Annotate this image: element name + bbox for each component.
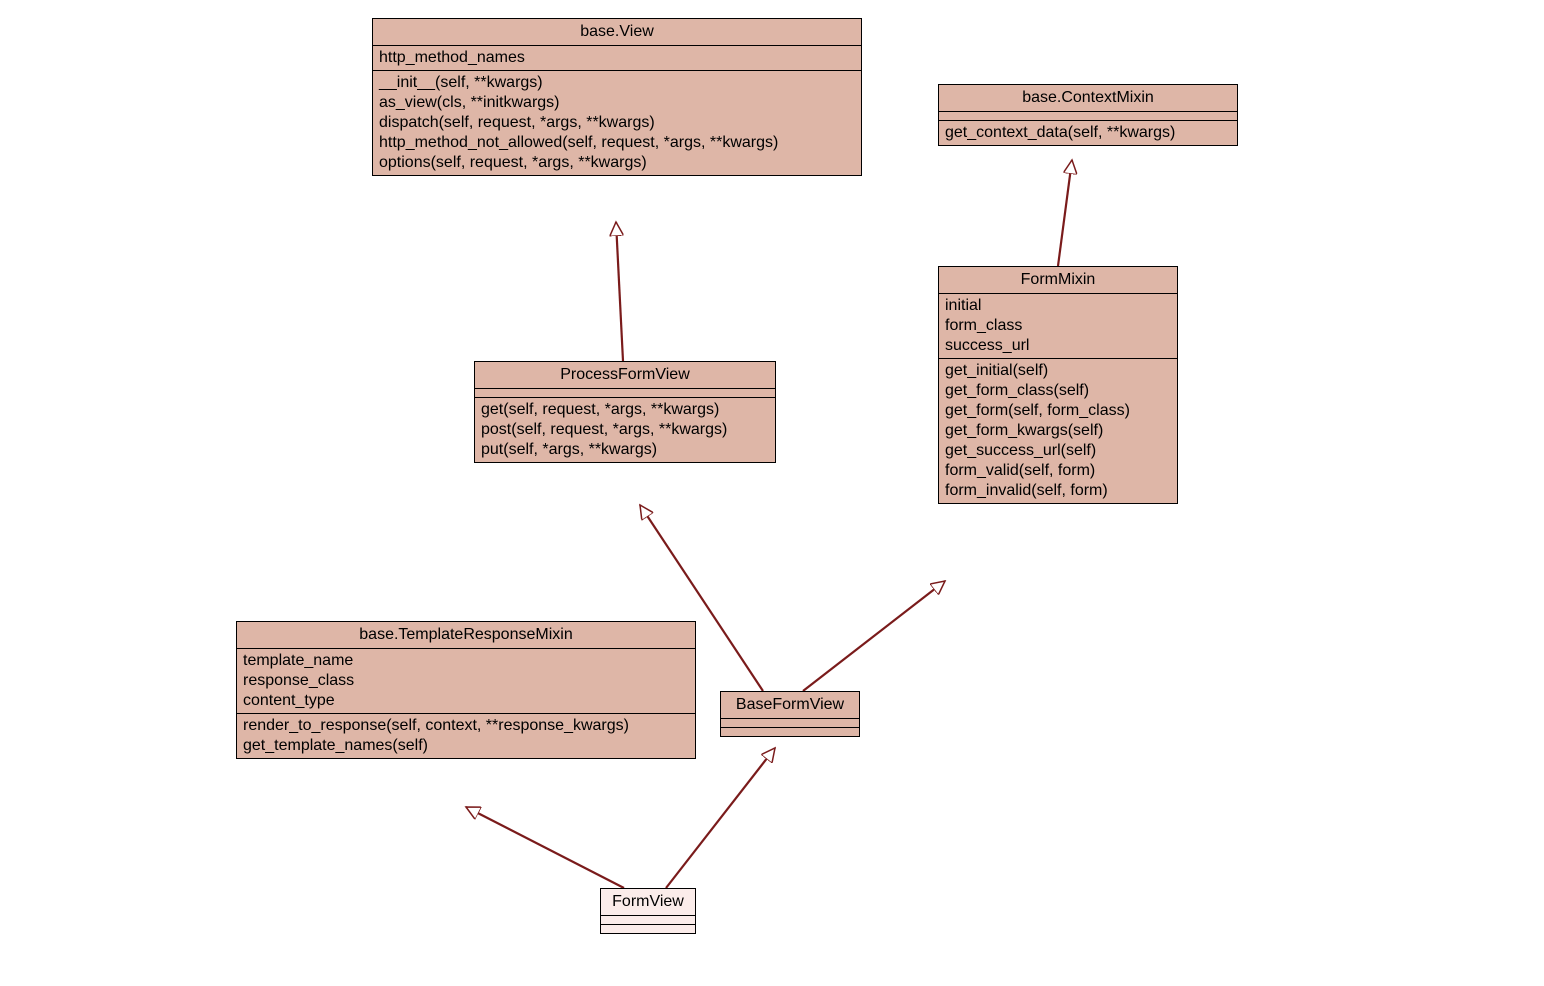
method: post(self, request, *args, **kwargs) xyxy=(481,420,769,440)
class-title: FormMixin xyxy=(939,267,1177,294)
attributes-section xyxy=(601,916,695,925)
class-title: ProcessFormView xyxy=(475,362,775,389)
attr: success_url xyxy=(945,336,1171,356)
methods-section xyxy=(721,728,859,736)
method: dispatch(self, request, *args, **kwargs) xyxy=(379,113,855,133)
attributes-section: template_name response_class content_typ… xyxy=(237,649,695,714)
class-title: base.View xyxy=(373,19,861,46)
attributes-section: initial form_class success_url xyxy=(939,294,1177,359)
method: render_to_response(self, context, **resp… xyxy=(243,716,689,736)
method: get_form_kwargs(self) xyxy=(945,421,1171,441)
method: __init__(self, **kwargs) xyxy=(379,73,855,93)
method: form_valid(self, form) xyxy=(945,461,1171,481)
method: get(self, request, *args, **kwargs) xyxy=(481,400,769,420)
attr: template_name xyxy=(243,651,689,671)
attr: form_class xyxy=(945,316,1171,336)
method: get_form_class(self) xyxy=(945,381,1171,401)
method: options(self, request, *args, **kwargs) xyxy=(379,153,855,173)
class-title: base.TemplateResponseMixin xyxy=(237,622,695,649)
method: get_context_data(self, **kwargs) xyxy=(945,123,1231,143)
attr: response_class xyxy=(243,671,689,691)
method: as_view(cls, **initkwargs) xyxy=(379,93,855,113)
attributes-section xyxy=(475,389,775,398)
method: form_invalid(self, form) xyxy=(945,481,1171,501)
class-title: BaseFormView xyxy=(721,692,859,719)
uml-canvas: base.View http_method_names __init__(sel… xyxy=(0,0,1544,986)
class-title: base.ContextMixin xyxy=(939,85,1237,112)
methods-section: get_context_data(self, **kwargs) xyxy=(939,121,1237,145)
class-process-form-view: ProcessFormView get(self, request, *args… xyxy=(474,361,776,463)
method: get_initial(self) xyxy=(945,361,1171,381)
class-template-response-mixin: base.TemplateResponseMixin template_name… xyxy=(236,621,696,759)
attr: http_method_names xyxy=(379,48,855,68)
class-base-form-view: BaseFormView xyxy=(720,691,860,737)
methods-section xyxy=(601,925,695,933)
method: get_form(self, form_class) xyxy=(945,401,1171,421)
methods-section: __init__(self, **kwargs) as_view(cls, **… xyxy=(373,71,861,175)
methods-section: render_to_response(self, context, **resp… xyxy=(237,714,695,758)
class-form-view: FormView xyxy=(600,888,696,934)
attributes-section xyxy=(721,719,859,728)
class-base-view: base.View http_method_names __init__(sel… xyxy=(372,18,862,176)
methods-section: get(self, request, *args, **kwargs) post… xyxy=(475,398,775,462)
attr: initial xyxy=(945,296,1171,316)
attr: content_type xyxy=(243,691,689,711)
class-form-mixin: FormMixin initial form_class success_url… xyxy=(938,266,1178,504)
attributes-section: http_method_names xyxy=(373,46,861,71)
method: http_method_not_allowed(self, request, *… xyxy=(379,133,855,153)
methods-section: get_initial(self) get_form_class(self) g… xyxy=(939,359,1177,503)
attributes-section xyxy=(939,112,1237,121)
method: put(self, *args, **kwargs) xyxy=(481,440,769,460)
method: get_template_names(self) xyxy=(243,736,689,756)
class-context-mixin: base.ContextMixin get_context_data(self,… xyxy=(938,84,1238,146)
method: get_success_url(self) xyxy=(945,441,1171,461)
class-title: FormView xyxy=(601,889,695,916)
